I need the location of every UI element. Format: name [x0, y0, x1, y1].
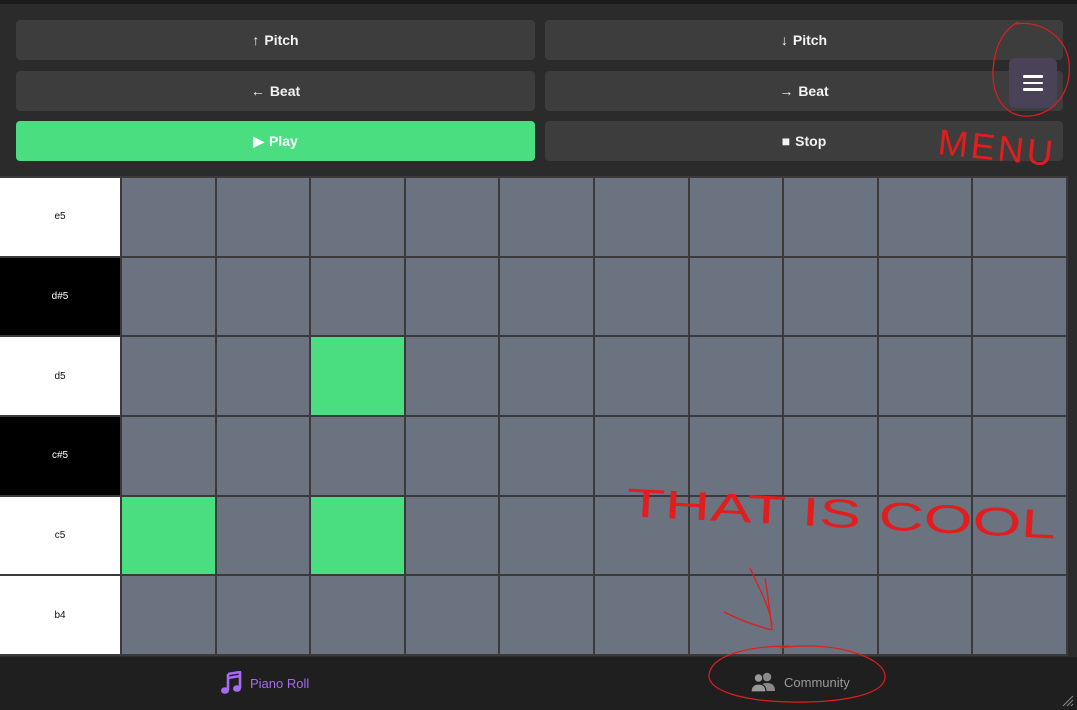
arrow-right-icon: → — [779, 83, 794, 99]
grid-cell[interactable] — [594, 416, 688, 495]
bottom-nav: Piano Roll Community — [0, 656, 1077, 710]
grid-right-gutter — [1068, 176, 1077, 656]
grid-cell[interactable] — [500, 178, 593, 256]
control-panel: ↑ Pitch ↓ Pitch ← Beat → Beat ▶ Play ■ S… — [0, 4, 1077, 176]
grid-cell[interactable] — [878, 416, 972, 495]
nav-piano-roll-label: Piano Roll — [250, 675, 310, 691]
grid-cell[interactable] — [122, 337, 215, 415]
piano-key[interactable]: c#5 — [0, 416, 120, 495]
pitch-up-label: Pitch — [264, 32, 299, 48]
grid-cell[interactable] — [122, 576, 215, 654]
nav-community[interactable]: Community — [750, 671, 850, 693]
piano-key[interactable]: c5 — [0, 496, 120, 575]
grid-cell[interactable] — [311, 257, 404, 336]
grid-cell[interactable] — [311, 178, 404, 256]
play-button[interactable]: ▶ Play — [16, 121, 535, 161]
grid-cell[interactable] — [594, 178, 688, 256]
pitch-down-button[interactable]: ↓ Pitch — [545, 20, 1063, 60]
play-label: Play — [268, 133, 298, 149]
grid-cell[interactable] — [878, 496, 972, 575]
grid-cell[interactable] — [405, 178, 499, 256]
grid-cell[interactable] — [878, 337, 972, 415]
grid-cell[interactable] — [311, 416, 404, 495]
grid-cell[interactable] — [689, 416, 783, 495]
hamburger-menu-icon — [1023, 81, 1043, 85]
nav-piano-roll[interactable]: Piano Roll — [220, 671, 309, 695]
grid-cell-active[interactable] — [311, 496, 404, 575]
piano-roll-grid: e5 d#5 d5 c#5 c5 b4 — [0, 176, 1068, 656]
grid-cell[interactable] — [405, 337, 499, 415]
grid-cell[interactable] — [973, 257, 1066, 336]
grid-cell[interactable] — [689, 178, 783, 256]
grid-cell[interactable] — [973, 576, 1066, 654]
stop-label: Stop — [795, 133, 827, 149]
menu-button[interactable] — [1009, 58, 1057, 108]
grid-cell[interactable] — [689, 257, 783, 336]
grid-cell[interactable] — [594, 337, 688, 415]
grid-cell[interactable] — [500, 576, 593, 654]
users-icon — [750, 672, 775, 693]
grid-cell[interactable] — [216, 496, 310, 575]
piano-key[interactable]: b4 — [0, 576, 120, 654]
grid-cell[interactable] — [973, 337, 1066, 415]
grid-cell[interactable] — [878, 178, 972, 256]
grid-cell[interactable] — [689, 576, 783, 654]
beat-back-label: Beat — [269, 83, 301, 99]
grid-cell[interactable] — [216, 337, 310, 415]
grid-cell[interactable] — [216, 178, 310, 256]
pitch-up-button[interactable]: ↑ Pitch — [16, 20, 535, 60]
grid-cell[interactable] — [594, 576, 688, 654]
grid-cell[interactable] — [405, 496, 499, 575]
arrow-up-icon: ↑ — [252, 32, 260, 48]
grid-cell[interactable] — [784, 576, 877, 654]
grid-cell-active[interactable] — [122, 496, 215, 575]
grid-cell[interactable] — [878, 576, 972, 654]
grid-cell[interactable] — [878, 257, 972, 336]
grid-cell[interactable] — [784, 178, 877, 256]
arrow-left-icon: ← — [250, 83, 265, 99]
grid-cell[interactable] — [405, 257, 499, 336]
grid-cell[interactable] — [689, 496, 783, 575]
piano-key[interactable]: e5 — [0, 178, 120, 256]
pitch-down-label: Pitch — [792, 32, 828, 48]
grid-cell[interactable] — [973, 178, 1066, 256]
grid-cell[interactable] — [784, 416, 877, 495]
beat-back-button[interactable]: ← Beat — [16, 71, 535, 111]
grid-cell[interactable] — [500, 496, 593, 575]
hamburger-menu-icon — [1023, 88, 1043, 91]
grid-cell[interactable] — [405, 576, 499, 654]
grid-cell[interactable] — [216, 257, 310, 336]
grid-cell[interactable] — [973, 416, 1066, 495]
grid-cell[interactable] — [594, 257, 688, 336]
piano-key[interactable]: d5 — [0, 337, 120, 415]
grid-cell[interactable] — [311, 576, 404, 654]
stop-button[interactable]: ■ Stop — [545, 121, 1063, 161]
grid-cell[interactable] — [784, 496, 877, 575]
grid-cell-active[interactable] — [311, 337, 404, 415]
beat-forward-label: Beat — [798, 83, 829, 99]
music-note-icon — [221, 671, 242, 694]
grid-cell[interactable] — [784, 257, 877, 336]
grid-cell[interactable] — [594, 496, 688, 575]
grid-cell[interactable] — [973, 496, 1066, 575]
arrow-down-icon: ↓ — [780, 32, 788, 48]
grid-cell[interactable] — [784, 337, 877, 415]
grid-cell[interactable] — [122, 416, 215, 495]
grid-cell[interactable] — [122, 178, 215, 256]
grid-cell[interactable] — [216, 416, 310, 495]
resize-grip-icon[interactable] — [1062, 695, 1074, 707]
grid-cell[interactable] — [405, 416, 499, 495]
grid-cell[interactable] — [500, 416, 593, 495]
stop-icon: ■ — [781, 133, 791, 149]
grid-cell[interactable] — [689, 337, 783, 415]
grid-cell[interactable] — [500, 257, 593, 336]
grid-cell[interactable] — [500, 337, 593, 415]
grid-cell[interactable] — [216, 576, 310, 654]
grid-cell[interactable] — [122, 257, 215, 336]
beat-forward-button[interactable]: → Beat — [545, 71, 1063, 111]
piano-key[interactable]: d#5 — [0, 257, 120, 336]
hamburger-menu-icon — [1023, 75, 1043, 78]
play-icon: ▶ — [253, 132, 264, 149]
nav-community-label: Community — [784, 674, 850, 690]
